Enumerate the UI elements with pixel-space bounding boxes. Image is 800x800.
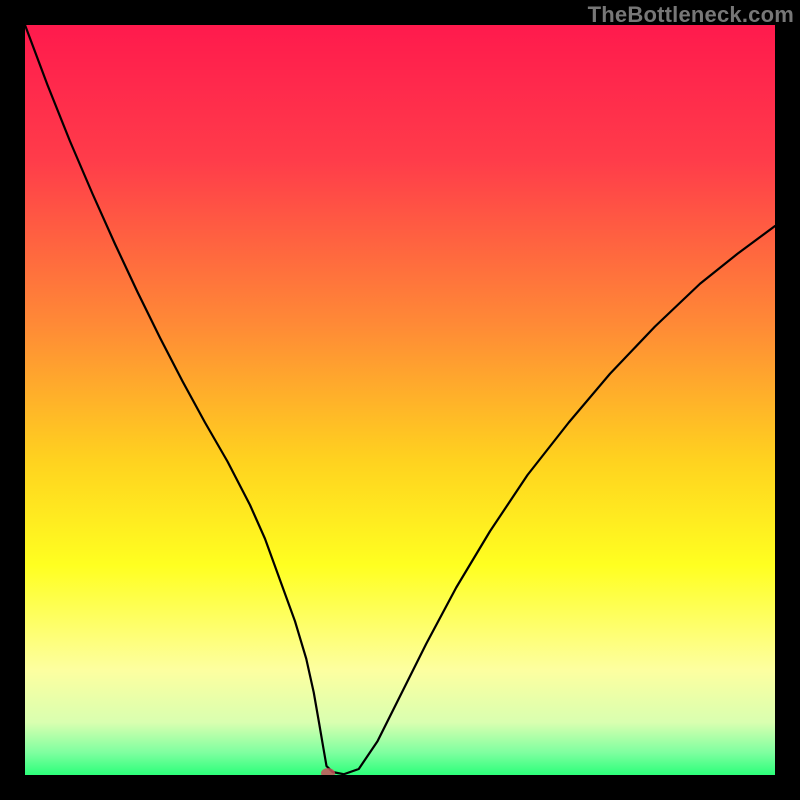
chart-svg [25, 25, 775, 775]
watermark-text: TheBottleneck.com [588, 2, 794, 28]
gradient-background [25, 25, 775, 775]
chart-frame: TheBottleneck.com [0, 0, 800, 800]
plot-area [25, 25, 775, 775]
